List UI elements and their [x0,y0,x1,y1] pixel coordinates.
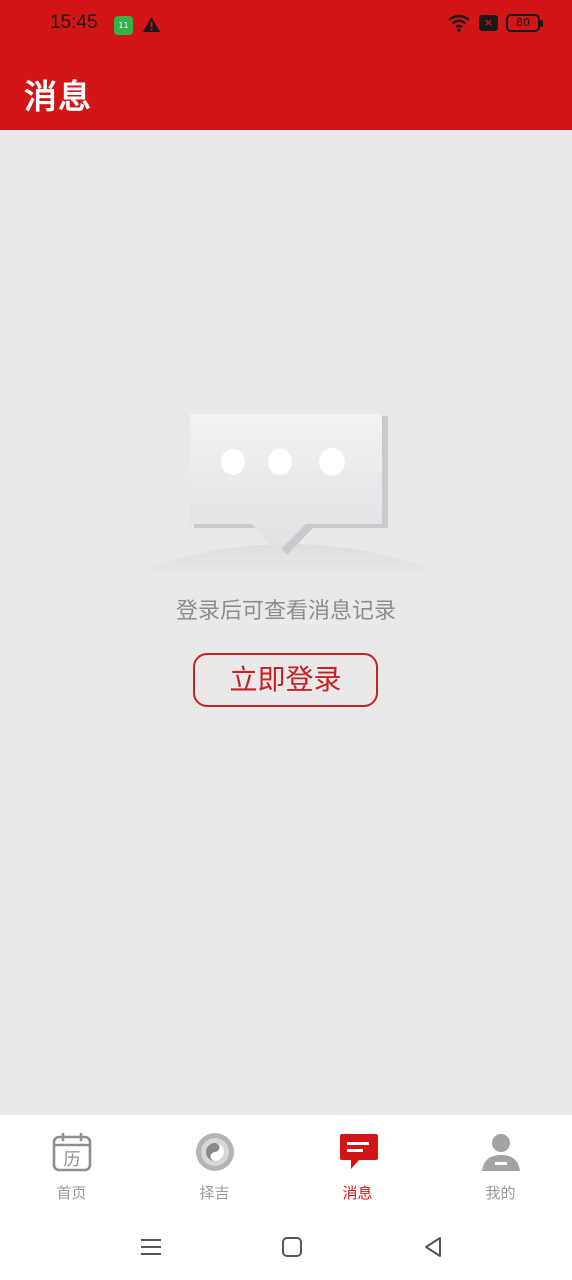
warning-icon [143,17,160,32]
app-notification-icon: 11 [114,16,133,35]
login-button[interactable]: 立即登录 [193,653,378,707]
home-icon[interactable] [277,1232,307,1262]
compass-icon [195,1133,234,1171]
back-icon[interactable] [418,1232,448,1262]
wifi-icon [448,14,470,32]
empty-state-message: 登录后可查看消息记录 [175,599,396,624]
empty-message-illustration [128,414,450,576]
tab-home[interactable]: 历 首页 [0,1115,143,1215]
tab-me[interactable]: 我的 [429,1115,572,1215]
page-title: 消息 [24,77,92,116]
tab-label: 择吉 [199,1184,230,1202]
status-time: 15:45 [50,12,98,33]
app-header: 15:45 11 × 80 消息 [0,0,572,130]
status-right: × 80 [447,14,543,32]
tab-zeji[interactable]: 择吉 [143,1115,286,1215]
system-nav-bar [0,1215,572,1280]
no-sim-icon: × [479,15,498,31]
user-icon [481,1134,520,1171]
battery-icon: 80 [506,14,543,32]
calendar-icon: 历 [52,1133,91,1172]
tab-label: 我的 [485,1184,516,1202]
menu-icon[interactable] [136,1232,166,1262]
tab-messages[interactable]: 消息 [286,1115,429,1215]
bottom-tab-bar: 历 首页 择吉 消息 我的 [0,1115,572,1215]
tab-label: 首页 [56,1184,87,1202]
message-icon [339,1134,378,1169]
tab-label: 消息 [342,1184,373,1202]
calendar-icon-text: 历 [63,1150,80,1170]
status-bar: 15:45 11 × 80 [0,0,572,52]
